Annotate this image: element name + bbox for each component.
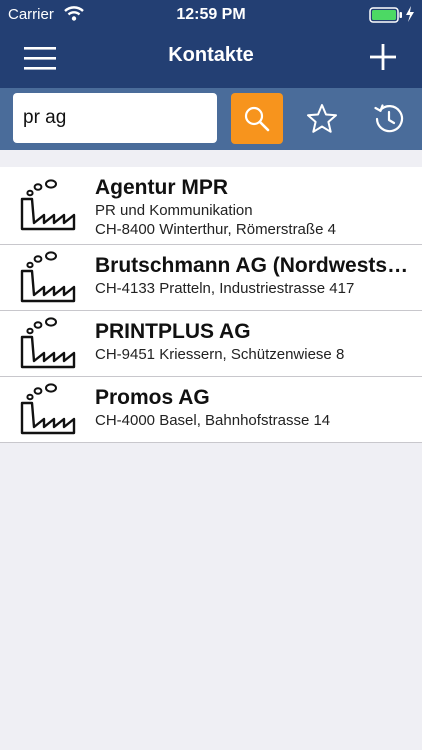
contact-address: CH-8400 Winterthur, Römerstraße 4 xyxy=(95,221,336,238)
status-bar: Carrier 12:59 PM xyxy=(0,0,422,30)
add-contact-button[interactable] xyxy=(368,42,398,72)
status-time: 12:59 PM xyxy=(176,6,246,23)
search-button[interactable] xyxy=(231,93,283,144)
factory-icon xyxy=(20,383,76,435)
list-item-text: Brutschmann AG (Nordwestschweiz) CH-4133… xyxy=(95,253,413,298)
list-item[interactable]: Brutschmann AG (Nordwestschweiz) CH-4133… xyxy=(0,245,422,311)
list-item-text: Agentur MPR PR und Kommunikation CH-8400… xyxy=(95,175,413,239)
list-item[interactable]: Promos AG CH-4000 Basel, Bahnhofstrasse … xyxy=(0,377,422,443)
list-item[interactable]: Agentur MPR PR und Kommunikation CH-8400… xyxy=(0,167,422,245)
star-icon xyxy=(307,104,337,133)
nav-bar: Kontakte xyxy=(0,30,422,86)
contact-name: PRINTPLUS AG xyxy=(95,320,251,343)
contact-name: Promos AG xyxy=(95,386,210,409)
list-item-text: PRINTPLUS AG CH-9451 Kriessern, Schützen… xyxy=(95,319,413,364)
search-input[interactable] xyxy=(13,93,217,143)
factory-icon xyxy=(20,251,76,303)
history-button[interactable] xyxy=(372,102,406,136)
charging-icon xyxy=(405,6,415,26)
factory-icon xyxy=(20,179,76,231)
battery-icon xyxy=(369,7,403,27)
contact-address: CH-4000 Basel, Bahnhofstrasse 14 xyxy=(95,412,331,429)
list-item-text: Promos AG CH-4000 Basel, Bahnhofstrasse … xyxy=(95,385,413,430)
favorites-button[interactable] xyxy=(305,102,339,136)
menu-button[interactable] xyxy=(24,44,56,72)
plus-icon xyxy=(370,44,396,70)
contact-name: Brutschmann AG (Nordwestschweiz) xyxy=(95,254,413,277)
search-icon xyxy=(244,106,270,132)
list-item[interactable]: PRINTPLUS AG CH-9451 Kriessern, Schützen… xyxy=(0,311,422,377)
contact-address: CH-9451 Kriessern, Schützenwiese 8 xyxy=(95,346,345,363)
contact-list: Agentur MPR PR und Kommunikation CH-8400… xyxy=(0,167,422,443)
history-icon xyxy=(374,104,404,133)
search-bar xyxy=(0,88,422,150)
contact-description: PR und Kommunikation xyxy=(95,202,253,219)
hamburger-icon xyxy=(24,47,56,70)
top-bar: Carrier 12:59 PM Kontakte xyxy=(0,0,422,88)
page-title: Kontakte xyxy=(168,44,254,66)
contact-name: Agentur MPR xyxy=(95,176,228,199)
contact-address: CH-4133 Pratteln, Industriestrasse 417 xyxy=(95,280,355,297)
factory-icon xyxy=(20,317,76,369)
